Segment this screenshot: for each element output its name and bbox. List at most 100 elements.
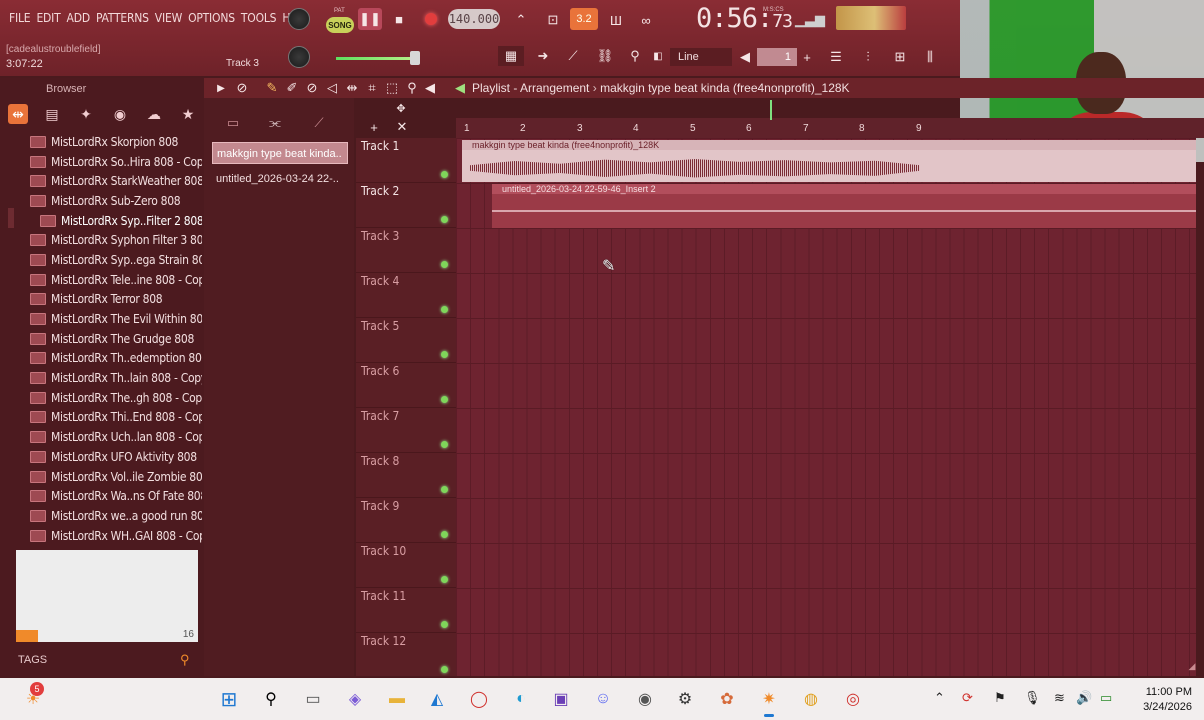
audio-clip[interactable]: makkgin type beat kinda (free4nonprofit)… [462,140,1196,182]
resize-grip-icon[interactable]: ◢ [1186,660,1198,672]
tray-sync-icon[interactable]: ⟳ [962,690,973,706]
close-x-icon[interactable]: ✕ [394,118,410,136]
track-header[interactable]: Track 11 [356,588,456,633]
wait-input-icon[interactable]: ⊡ [540,9,566,31]
browser-scrollbar[interactable] [8,208,14,228]
list-item[interactable]: MistLordRx we..a good run 808 [24,506,202,526]
track-enable-led[interactable] [441,396,448,403]
plugin-picker-icon[interactable]: ⫼ [918,46,942,68]
clip-source-item-selected[interactable]: makkgin type beat kinda.. [212,142,348,164]
track-header[interactable]: Track 7 [356,408,456,453]
clipchamp-icon[interactable]: ▣ [548,686,574,712]
list-item[interactable]: MistLordRx Terror 808 [24,290,202,310]
list-item[interactable]: MistLordRx Thi..End 808 - Copy [24,408,202,428]
tray-app-icon[interactable]: ⚑ [994,690,1006,706]
list-item[interactable]: MistLordRx Wa..ns Of Fate 808 [24,486,202,506]
timeline-ruler[interactable]: 1 2 3 4 5 6 7 8 9 [456,118,1204,138]
main-volume-slider[interactable] [336,57,416,60]
track-enable-led[interactable] [441,441,448,448]
mixer-icon[interactable]: ⊞ [888,46,912,68]
track-header[interactable]: Track 6 [356,363,456,408]
sample-preview-waveform[interactable]: 16 [16,550,198,642]
discord-icon[interactable]: ☺ [590,686,616,712]
add-pattern-icon[interactable]: + [800,48,814,66]
master-volume-knob[interactable] [288,8,310,30]
channel-rack-icon[interactable]: ⫶ [856,46,880,68]
slip-tool-icon[interactable]: ⇹ [344,80,360,96]
loop-record-icon[interactable]: ∞ [634,9,658,31]
browser-sample-icon[interactable]: ◉ [110,104,130,124]
track-header[interactable]: Track 3 [356,228,456,273]
chrome-icon[interactable]: ◍ [798,686,824,712]
track-enable-led[interactable] [441,351,448,358]
camera-icon[interactable]: ◉ [632,686,658,712]
pattern-selector[interactable]: 1 [757,48,797,66]
track-enable-led[interactable] [441,576,448,583]
task-view-icon[interactable]: ▭ [300,686,326,712]
list-item[interactable]: MistLordRx Tele..ine 808 - Copy [24,270,202,290]
list-item[interactable]: MistLordRx Th..edemption 808 [24,349,202,369]
prev-pattern-icon[interactable]: ◀ [738,48,752,66]
search-icon[interactable]: ⚲ [180,652,190,668]
list-item[interactable]: MistLordRx Vol..ile Zombie 808 [24,467,202,487]
snap-to-grid-icon[interactable]: ✥ [392,100,410,116]
track-enable-led[interactable] [441,261,448,268]
select-tool-icon[interactable]: ⬚ [384,80,400,96]
menu-file[interactable]: FILE [6,11,33,25]
record-button[interactable] [420,8,442,30]
track-enable-led[interactable] [441,171,448,178]
tray-overflow-icon[interactable]: ⌃ [934,690,945,706]
recorded-clip[interactable]: untitled_2026-03-24 22-59-46_Insert 2 [492,184,1196,228]
tempo-display[interactable]: 140.000 [448,9,500,29]
gimp-icon[interactable]: ✿ [714,686,740,712]
snap-magnet-icon[interactable]: ◧ [652,48,664,64]
menu-add[interactable]: ADD [64,11,93,25]
opera-gx-icon[interactable]: ◎ [840,686,866,712]
track-header[interactable]: Track 12 [356,633,456,678]
track-enable-led[interactable] [441,306,448,313]
list-item[interactable]: MistLordRx Syphon Filter 3 808 [24,230,202,250]
list-item[interactable]: MistLordRx UFO Aktivity 808 [24,447,202,467]
list-item[interactable]: MistLordRx Th..lain 808 - Copy [24,368,202,388]
master-pitch-knob[interactable] [288,46,310,68]
volume-icon[interactable]: 🔊 [1076,690,1092,706]
menu-options[interactable]: OPTIONS [185,11,238,25]
track-header[interactable]: Track 1 [356,138,456,183]
playlist-icon[interactable]: ☰ [824,46,848,68]
list-item[interactable]: MistLordRx The Grudge 808 [24,329,202,349]
clip-list-menu-icon[interactable]: ▭ [224,114,242,132]
pause-button[interactable]: ❚❚ [358,8,382,30]
delete-tool-icon[interactable]: ⊘ [304,80,320,96]
track-enable-led[interactable] [441,531,448,538]
snap-select[interactable]: Line [670,48,732,66]
mute-tool-icon[interactable]: ◁ [324,80,340,96]
browser-cloud-icon[interactable]: ☁ [144,104,164,124]
search-icon[interactable]: ⚲ [258,686,284,712]
list-item[interactable]: MistLordRx The Evil Within 808 [24,309,202,329]
paint-brush-icon[interactable]: ✐ [284,80,300,96]
track-header[interactable]: Track 8 [356,453,456,498]
list-item[interactable]: MistLordRx The..gh 808 - Copy [24,388,202,408]
tags-label[interactable]: TAGS [18,654,47,666]
menu-tools[interactable]: TOOLS [238,11,279,25]
playhead-marker[interactable] [770,100,772,120]
song-mode-toggle[interactable]: SONG [326,17,354,33]
wifi-icon[interactable]: ≋ [1054,690,1065,706]
browser-folder-icon[interactable]: ▤ [42,104,62,124]
slice-tool-icon[interactable]: ⌗ [364,80,380,96]
zoom-tool-icon[interactable]: ⚲ [404,80,420,96]
file-explorer-icon[interactable]: ▬ [384,686,410,712]
track-header[interactable]: Track 9 [356,498,456,543]
copilot-icon[interactable]: ◈ [342,686,368,712]
piano-roll-icon[interactable]: ▦ [498,46,524,66]
list-item[interactable]: MistLordRx Syp..ega Strain 808 [24,250,202,270]
list-item[interactable]: MistLordRx Uch..lan 808 - Copy [24,427,202,447]
store-icon[interactable]: ◭ [424,686,450,712]
preview-play-icon[interactable] [16,630,38,642]
next-arrow-icon[interactable]: ➜ [532,46,554,66]
battery-icon[interactable]: ▭ [1100,690,1112,706]
list-item[interactable]: MistLordRx StarkWeather 808 [24,171,202,191]
playlist-menu-arrow-icon[interactable]: ▶ [214,80,228,96]
browser-all-icon[interactable]: ⇹ [8,104,28,124]
blend-notes-icon[interactable]: Ш [604,9,628,31]
